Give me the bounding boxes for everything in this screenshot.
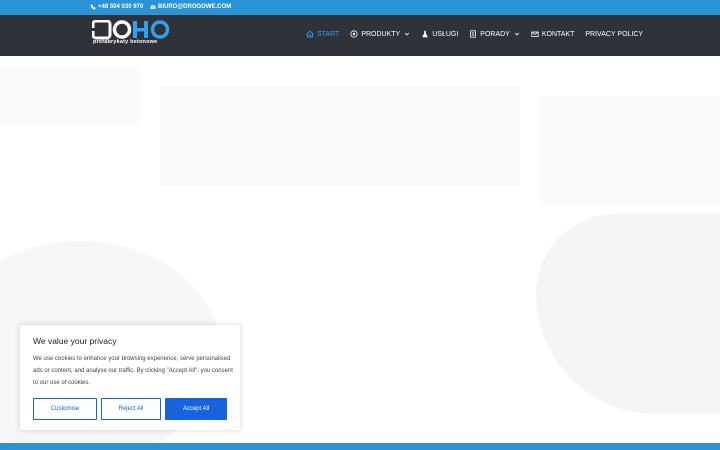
- cookie-consent-banner: We value your privacy We use cookies to …: [20, 325, 240, 430]
- nav-item-uslugi[interactable]: USŁUGI: [421, 30, 458, 38]
- email-link[interactable]: BIURO@DROGOWE.COM: [150, 4, 231, 10]
- phone-icon: [90, 4, 96, 10]
- home-icon: [306, 30, 314, 38]
- email-address: BIURO@DROGOWE.COM: [158, 4, 232, 10]
- accept-all-button[interactable]: Accept All: [165, 398, 227, 420]
- phone-number: +48 504 030 970: [98, 4, 144, 10]
- document-icon: [470, 30, 477, 38]
- reject-all-button[interactable]: Reject All: [101, 398, 161, 420]
- logo-tagline: prefabrykaty betonowe: [93, 39, 158, 45]
- envelope-icon: [150, 4, 156, 9]
- nav-item-start[interactable]: START: [306, 30, 339, 38]
- nav-item-porady[interactable]: PORADY: [469, 30, 520, 38]
- mail-icon: [531, 31, 539, 37]
- main-navigation: START PRODUKTY USŁUGI PORADY KONTAKT PRI…: [306, 30, 654, 38]
- chevron-down-icon: [514, 32, 519, 36]
- cookie-title: We value your privacy: [33, 336, 117, 346]
- footer-strip: [0, 443, 720, 450]
- nav-item-kontakt[interactable]: KONTAKT: [531, 30, 575, 38]
- nav-label: PRODUKTY: [361, 30, 401, 38]
- flask-icon: [422, 30, 429, 38]
- site-logo[interactable]: [92, 20, 172, 52]
- nav-label: USŁUGI: [432, 30, 459, 38]
- hero-background-shape: [160, 86, 520, 186]
- nav-label: START: [317, 30, 340, 38]
- site-header: prefabrykaty betonowe START PRODUKTY USŁ…: [0, 15, 720, 56]
- hero-background-shape: [0, 66, 140, 126]
- compass-icon: [350, 30, 358, 38]
- chevron-down-icon: [405, 32, 410, 36]
- customise-button[interactable]: Customise: [33, 398, 97, 420]
- nav-item-produkty[interactable]: PRODUKTY: [350, 30, 410, 38]
- top-info-bar: +48 504 030 970 BIURO@DROGOWE.COM: [0, 0, 720, 15]
- nav-label: KONTAKT: [541, 30, 575, 38]
- hero-background-shape: [540, 96, 720, 206]
- hero-background-shape: [536, 214, 720, 414]
- phone-link[interactable]: +48 504 030 970: [90, 4, 143, 10]
- nav-item-privacy-policy[interactable]: PRIVACY POLICY: [585, 31, 643, 38]
- cookie-text: We use cookies to enhance your browsing …: [33, 356, 233, 386]
- nav-label: PORADY: [480, 30, 510, 38]
- nav-label: PRIVACY POLICY: [585, 30, 644, 38]
